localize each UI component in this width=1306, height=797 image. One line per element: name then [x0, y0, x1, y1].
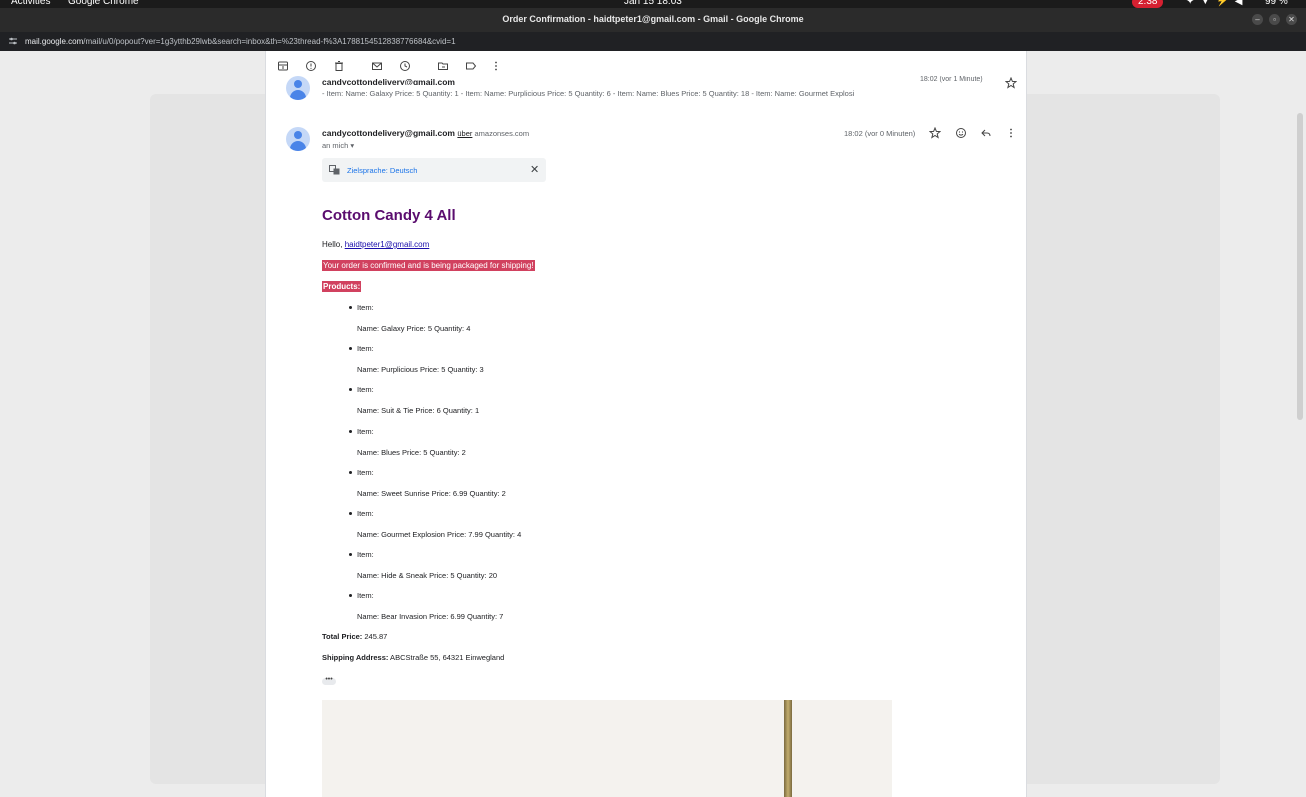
bullet: [349, 553, 352, 556]
close-translate-icon[interactable]: ✕: [530, 163, 539, 176]
confirmation-message: Your order is confirmed and is being pac…: [322, 260, 535, 271]
archive-icon[interactable]: [277, 60, 289, 72]
previous-sender[interactable]: candycottondelivery@gmail.com: [322, 77, 455, 85]
greeting: Hello, haidtpeter1@gmail.com: [322, 240, 429, 249]
email-popout: candycottondelivery@gmail.com 18:02 (vor…: [265, 51, 1027, 797]
item-label: Item:: [357, 550, 374, 559]
bullet: [349, 430, 352, 433]
recipient-dropdown[interactable]: an mich ▾: [322, 141, 354, 150]
more-vert-icon[interactable]: [1005, 127, 1017, 139]
report-spam-icon[interactable]: [305, 60, 317, 72]
item-details: Name: Hide & Sneak Price: 5 Quantity: 20: [357, 571, 498, 580]
via-domain: amazonses.com: [474, 129, 530, 138]
greeting-prefix: Hello,: [322, 240, 345, 249]
item-label: Item:: [357, 468, 374, 477]
address-bar[interactable]: mail.google.com/mail/u/0/popout?ver=1g3y…: [0, 32, 1306, 51]
chevron-down-icon: ▾: [350, 141, 355, 150]
recipient-label: an mich: [322, 141, 349, 150]
sender-email[interactable]: candycottondelivery@gmail.com: [322, 128, 455, 138]
bullet: [349, 347, 352, 350]
app-menu[interactable]: Google Chrome: [68, 0, 139, 8]
item-label: Item:: [357, 427, 374, 436]
url-path: /mail/u/0/popout?ver=1g3ytthb29lwb&searc…: [83, 37, 456, 46]
battery-level: 99 %: [1265, 0, 1288, 7]
email-image: [322, 700, 892, 797]
item-label: Item:: [357, 344, 374, 353]
bullet: [349, 594, 352, 597]
previous-time: 18:02 (vor 1 Minute): [920, 76, 983, 83]
bullet: [349, 306, 352, 309]
page-area: candycottondelivery@gmail.com 18:02 (vor…: [0, 51, 1306, 797]
shipping-value: ABCStraße 55, 64321 Einwegland: [388, 653, 505, 662]
more-vert-icon[interactable]: [490, 60, 502, 72]
total-value: 245.87: [362, 632, 388, 641]
bullet: [349, 512, 352, 515]
sender-line: candycottondelivery@gmail.com über amazo…: [322, 128, 529, 138]
show-trimmed-content-button[interactable]: •••: [322, 676, 336, 685]
item-label: Item:: [357, 385, 374, 394]
minimize-icon[interactable]: –: [1252, 14, 1263, 25]
star-icon[interactable]: [929, 127, 941, 139]
translate-bar: Zielsprache: Deutsch ✕: [322, 158, 546, 182]
target-language-link[interactable]: Zielsprache: Deutsch: [347, 166, 417, 175]
item-label: Item:: [357, 591, 374, 600]
clock[interactable]: Jan 15 18:03: [624, 0, 682, 8]
move-to-icon[interactable]: [437, 60, 449, 72]
item-details: Name: Sweet Sunrise Price: 6.99 Quantity…: [357, 489, 506, 498]
shipping-label: Shipping Address:: [322, 653, 389, 662]
system-top-bar: Activities Google Chrome Jan 15 18:03 2:…: [0, 0, 1306, 8]
site-settings-icon[interactable]: [9, 37, 17, 45]
bullet: [349, 471, 352, 474]
greeting-email-link[interactable]: haidtpeter1@gmail.com: [345, 240, 430, 249]
via-word[interactable]: über: [457, 129, 472, 138]
system-tray-icons[interactable]: ✦▼⚡◀: [1186, 0, 1248, 8]
previous-snippet[interactable]: - Item: Name: Galaxy Price: 5 Quantity: …: [322, 89, 854, 98]
item-details: Name: Gourmet Explosion Price: 7.99 Quan…: [357, 530, 522, 539]
item-details: Name: Suit & Tie Price: 6 Quantity: 1: [357, 406, 480, 415]
recording-indicator[interactable]: 2:38: [1132, 0, 1164, 8]
avatar: [286, 76, 310, 100]
label-icon[interactable]: [465, 60, 477, 72]
page-scrollbar[interactable]: [1297, 113, 1303, 420]
total-label: Total Price:: [322, 632, 363, 641]
item-details: Name: Purplicious Price: 5 Quantity: 3: [357, 365, 484, 374]
brand-heading: Cotton Candy 4 All: [322, 207, 456, 224]
emoji-reaction-icon[interactable]: [955, 127, 967, 139]
shipping-address: Shipping Address: ABCStraße 55, 64321 Ei…: [322, 653, 504, 662]
delete-icon[interactable]: [333, 60, 345, 72]
window-titlebar: Order Confirmation - haidtpeter1@gmail.c…: [0, 8, 1306, 32]
item-label: Item:: [357, 509, 374, 518]
products-label: Products:: [322, 281, 362, 292]
activities-button[interactable]: Activities: [11, 0, 50, 8]
item-label: Item:: [357, 303, 374, 312]
avatar: [286, 127, 310, 151]
star-icon[interactable]: [1005, 77, 1017, 89]
bullet: [349, 388, 352, 391]
item-details: Name: Galaxy Price: 5 Quantity: 4: [357, 324, 471, 333]
mark-unread-icon[interactable]: [371, 60, 383, 72]
message-time: 18:02 (vor 0 Minuten): [844, 129, 916, 138]
reply-icon[interactable]: [980, 127, 992, 139]
window-title: Order Confirmation - haidtpeter1@gmail.c…: [502, 14, 804, 24]
total-price: Total Price: 245.87: [322, 632, 387, 641]
translate-icon: [329, 165, 340, 175]
url-text[interactable]: mail.google.com/mail/u/0/popout?ver=1g3y…: [25, 37, 456, 46]
url-host: mail.google.com: [25, 37, 84, 46]
close-icon[interactable]: ✕: [1286, 14, 1297, 25]
snooze-icon[interactable]: [399, 60, 411, 72]
item-details: Name: Bear Invasion Price: 6.99 Quantity…: [357, 612, 504, 621]
item-details: Name: Blues Price: 5 Quantity: 2: [357, 448, 466, 457]
maximize-icon[interactable]: ▫: [1269, 14, 1280, 25]
